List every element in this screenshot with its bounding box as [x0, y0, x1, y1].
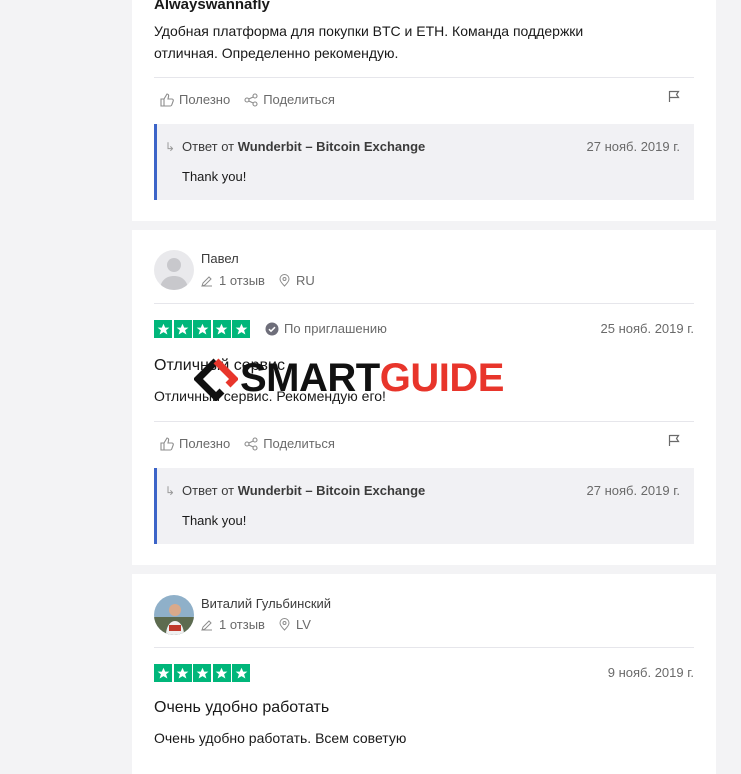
avatar[interactable]: [154, 595, 194, 635]
useful-button[interactable]: Полезно: [160, 92, 230, 107]
star-icon: [232, 320, 250, 338]
avatar[interactable]: [154, 250, 194, 290]
pencil-icon: [201, 619, 212, 631]
review-date: 25 нояб. 2019 г.: [600, 321, 695, 336]
reply-date: 27 нояб. 2019 г.: [586, 483, 681, 498]
thumbs-up-icon: [160, 92, 174, 107]
user-photo: [154, 595, 194, 635]
star-icon: [173, 320, 192, 338]
user-placeholder-icon: [160, 258, 188, 290]
divider: [154, 77, 694, 78]
reviewer-meta: 1 отзыв RU: [201, 273, 329, 288]
useful-button[interactable]: Полезно: [160, 436, 230, 451]
company-reply: ↳ Ответ от Wunderbit – Bitcoin Exchange …: [154, 468, 694, 544]
reviews-count: 1 отзыв: [219, 273, 265, 288]
reviewer-name[interactable]: Павел: [201, 251, 239, 266]
star-icon: [154, 320, 172, 338]
invited-badge: По приглашению: [265, 321, 387, 336]
location-pin-icon: [279, 274, 290, 287]
flag-icon[interactable]: [668, 90, 680, 103]
flag-icon[interactable]: [668, 434, 680, 447]
share-icon: [244, 436, 258, 451]
share-icon: [244, 92, 258, 107]
reply-header: Ответ от Wunderbit – Bitcoin Exchange: [182, 483, 426, 498]
star-icon: [193, 664, 211, 682]
company-reply: ↳ Ответ от Wunderbit – Bitcoin Exchange …: [154, 124, 694, 200]
location-pin-icon: [279, 618, 290, 631]
review-card: Виталий Гульбинский 1 отзыв LV 9 нояб. 2…: [132, 574, 716, 774]
share-button[interactable]: Поделиться: [244, 92, 335, 107]
country-code: RU: [295, 273, 315, 288]
review-text: Очень удобно работать. Всем советую: [154, 730, 407, 746]
useful-label: Полезно: [179, 92, 231, 107]
share-label: Поделиться: [263, 92, 335, 107]
review-actions: Полезно Поделиться: [160, 92, 349, 107]
reviews-count: 1 отзыв: [219, 617, 265, 632]
star-icon: [232, 664, 250, 682]
verified-check-icon: [265, 322, 279, 335]
review-actions: Полезно Поделиться: [160, 436, 349, 451]
star-icon: [212, 664, 231, 682]
reply-arrow-icon: ↳: [165, 140, 176, 154]
divider: [154, 421, 694, 422]
reviewer-meta: 1 отзыв LV: [201, 617, 325, 632]
reply-arrow-icon: ↳: [165, 484, 176, 498]
star-icon: [173, 664, 192, 682]
divider: [154, 303, 694, 304]
star-icon: [212, 320, 231, 338]
reply-text: Thank you!: [182, 169, 247, 184]
useful-label: Полезно: [179, 436, 231, 451]
thumbs-up-icon: [160, 436, 174, 451]
reply-text: Thank you!: [182, 513, 247, 528]
review-text: Отличный сервис. Рекомендую его!: [154, 388, 386, 404]
country-code: LV: [295, 617, 311, 632]
review-title[interactable]: Очень удобно работать: [154, 699, 329, 717]
divider: [154, 647, 694, 648]
review-text: Удобная платформа для покупки BTC и ETH.…: [154, 23, 584, 61]
star-icon: [154, 664, 172, 682]
share-button[interactable]: Поделиться: [244, 436, 335, 451]
reply-company-link[interactable]: Wunderbit – Bitcoin Exchange: [238, 483, 426, 498]
reply-date: 27 нояб. 2019 г.: [586, 139, 681, 154]
star-rating: [154, 664, 252, 682]
reply-company-link[interactable]: Wunderbit – Bitcoin Exchange: [238, 139, 426, 154]
review-card: Павел 1 отзыв RU По приглашению 25 нояб.…: [132, 230, 716, 565]
pencil-icon: [201, 275, 212, 287]
star-icon: [193, 320, 211, 338]
reply-header: Ответ от Wunderbit – Bitcoin Exchange: [182, 139, 426, 154]
review-author[interactable]: Alwayswannafly: [154, 0, 694, 13]
reviewer-name[interactable]: Виталий Гульбинский: [201, 596, 331, 611]
star-rating: [154, 320, 252, 338]
review-title[interactable]: Отличный сервис: [154, 357, 285, 375]
review-date: 9 нояб. 2019 г.: [607, 665, 694, 680]
review-card: Alwayswannafly Удобная платформа для пок…: [132, 0, 716, 221]
share-label: Поделиться: [263, 436, 335, 451]
